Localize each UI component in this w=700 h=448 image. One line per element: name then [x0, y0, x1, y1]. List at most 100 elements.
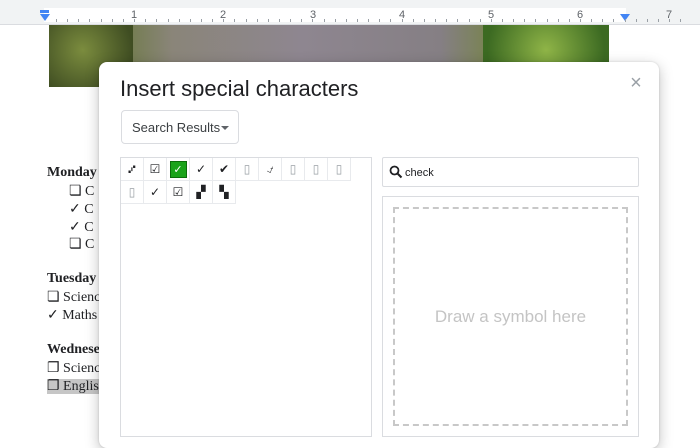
ruler-tick [112, 19, 113, 22]
ruler-tick [435, 19, 436, 22]
symbol-cell[interactable]: ☑ [144, 158, 167, 181]
symbol-cell[interactable]: ✓ [190, 158, 213, 181]
ruler-tick [457, 19, 458, 22]
ruler-tick [524, 19, 525, 22]
ruler-tick [658, 19, 659, 22]
monday-item: ✓ C [69, 220, 94, 235]
symbol-glyph: ▯ [335, 162, 343, 176]
draw-hint-text: Draw a symbol here [434, 307, 587, 326]
category-dropdown[interactable]: Search Results [121, 110, 239, 144]
ruler-tick [134, 19, 135, 22]
left-indent-marker[interactable] [40, 14, 50, 21]
ruler-tick [680, 19, 681, 22]
symbol-cell[interactable]: ▯ [236, 158, 259, 181]
horizontal-ruler[interactable]: 1 2 3 4 5 6 7 [0, 0, 700, 25]
symbol-cell[interactable]: ✓ [144, 181, 167, 204]
ruler-tick [402, 19, 403, 22]
category-dropdown-label: Search Results [132, 120, 221, 135]
ruler-tick [413, 19, 414, 22]
ruler-tick [279, 19, 280, 22]
symbol-glyph: ✓ [169, 160, 187, 178]
ruler-tick [301, 19, 302, 22]
ruler-tick [480, 19, 481, 22]
draw-symbol-canvas[interactable]: Draw a symbol here [393, 207, 628, 426]
symbol-cell[interactable]: ⍻ [259, 158, 282, 181]
ruler-tick [469, 19, 470, 22]
ruler-tick [67, 19, 68, 22]
symbol-glyph: ▯ [243, 162, 251, 176]
ruler-tick [123, 19, 124, 22]
close-icon[interactable]: × [625, 72, 647, 94]
ruler-tick [379, 19, 380, 22]
monday-item: ❏ C [69, 237, 95, 252]
ruler-tick [390, 19, 391, 22]
monday-item: ✓ C [69, 202, 94, 217]
symbol-glyph: ▚ [219, 185, 229, 199]
ruler-tick [335, 19, 336, 22]
ruler-tick [513, 19, 514, 22]
symbol-cell[interactable]: ✓ [167, 158, 190, 181]
first-line-indent-marker[interactable] [40, 10, 49, 13]
symbol-cell[interactable]: ✔ [213, 158, 236, 181]
ruler-tick [156, 19, 157, 22]
symbol-cell[interactable]: ▞ [190, 181, 213, 204]
monday-heading: Monday [47, 165, 97, 180]
ruler-tick [234, 19, 235, 22]
draw-symbol-panel: Draw a symbol here [382, 196, 639, 437]
symbol-cell[interactable]: ▚ [213, 181, 236, 204]
ruler-tick [558, 19, 559, 22]
symbol-glyph: ▯ [312, 162, 320, 176]
symbol-cell[interactable]: ⑇ [121, 158, 144, 181]
ruler-tick [312, 19, 313, 22]
symbol-glyph: ☑ [149, 162, 161, 176]
ruler-tick [535, 19, 536, 22]
monday-item: ❏ C [69, 184, 95, 199]
symbol-grid: ⑇ ☑ ✓ ✓ ✔ ▯ ⍻ ▯ ▯ ▯ ▯ ✓ ☑ ▞ ▚ [121, 158, 353, 204]
symbol-cell[interactable]: ▯ [305, 158, 328, 181]
ruler-tick [346, 19, 347, 22]
symbol-glyph: ✓ [195, 162, 207, 176]
symbol-results-panel: ⑇ ☑ ✓ ✓ ✔ ▯ ⍻ ▯ ▯ ▯ ▯ ✓ ☑ ▞ ▚ [120, 157, 372, 437]
ruler-tick [201, 19, 202, 22]
wednesday-item: ❐ Scienc [47, 361, 101, 376]
symbol-cell[interactable]: ☑ [167, 181, 190, 204]
symbol-glyph: ▯ [289, 162, 297, 176]
ruler-tick [56, 19, 57, 22]
ruler-tick [669, 19, 670, 22]
symbol-glyph: ✔ [218, 162, 230, 176]
symbol-glyph: ▞ [196, 185, 206, 199]
dialog-title: Insert special characters [120, 76, 359, 101]
symbol-cell[interactable]: ▯ [282, 158, 305, 181]
ruler-tick [212, 19, 213, 22]
ruler-tick [591, 19, 592, 22]
ruler-tick [424, 19, 425, 22]
ruler-tick [569, 19, 570, 22]
ruler-tick [223, 19, 224, 22]
ruler-tick [190, 19, 191, 22]
ruler-tick [179, 19, 180, 22]
ruler-tick [368, 19, 369, 22]
ruler-tick [491, 19, 492, 22]
symbol-glyph: ▯ [128, 185, 136, 199]
symbol-cell[interactable]: ▯ [328, 158, 351, 181]
search-input[interactable] [405, 164, 630, 182]
ruler-tick [168, 19, 169, 22]
ruler-tick [580, 19, 581, 22]
ruler-tick [613, 19, 614, 22]
symbol-search-box[interactable] [382, 157, 639, 187]
ruler-tick [246, 19, 247, 22]
ruler-tick [290, 19, 291, 22]
wednesday-item-highlighted: ❐ English [47, 378, 106, 395]
tuesday-heading: Tuesday [47, 271, 97, 286]
ruler-tick [257, 19, 258, 22]
tuesday-item: ✓ Maths [47, 308, 98, 323]
symbol-glyph: ☑ [172, 185, 184, 199]
ruler-tick [625, 19, 626, 22]
symbol-cell[interactable]: ▯ [121, 181, 144, 204]
ruler-tick [357, 19, 358, 22]
wednesday-heading: Wednese [47, 342, 100, 357]
symbol-glyph: ✓ [149, 185, 161, 199]
ruler-tick [268, 19, 269, 22]
ruler-tick [647, 19, 648, 22]
tuesday-item: ❏ Scienc [47, 290, 101, 305]
